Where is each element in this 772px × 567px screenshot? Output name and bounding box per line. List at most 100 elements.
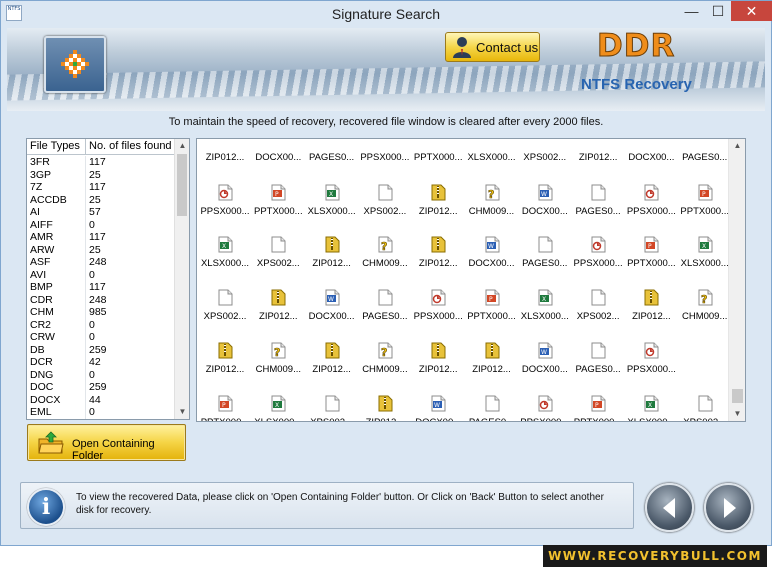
recovered-file-item[interactable]: PPSX000... xyxy=(518,395,572,421)
file-type-row[interactable]: CR2 0 xyxy=(27,318,175,331)
recovered-file-item[interactable]: PPPTX000... xyxy=(624,236,678,288)
recovered-files-scrollbar[interactable]: ▲ ▼ xyxy=(728,139,745,421)
file-type-row[interactable]: ACCDB 25 xyxy=(27,193,175,206)
scroll-thumb[interactable] xyxy=(177,154,187,216)
file-type-row[interactable]: 7Z 117 xyxy=(27,181,175,194)
file-type-row[interactable]: DB 259 xyxy=(27,343,175,356)
file-type-row[interactable]: BMP 117 xyxy=(27,281,175,294)
recovered-file-item[interactable]: XPS002... xyxy=(678,395,732,421)
file-type-row[interactable]: AI 57 xyxy=(27,206,175,219)
recovered-file-item[interactable]: PPSX000... xyxy=(411,289,465,341)
recovered-file-item[interactable]: ZIP012... xyxy=(198,139,252,182)
next-button[interactable] xyxy=(704,483,753,532)
file-type-row[interactable]: EML 0 xyxy=(27,406,175,419)
scroll-down-arrow-icon[interactable]: ▼ xyxy=(729,407,745,421)
recovered-file-item[interactable]: XXLSX000... xyxy=(198,236,252,288)
recovered-file-item[interactable]: XXLSX000... xyxy=(678,236,732,288)
scroll-down-arrow-icon[interactable]: ▼ xyxy=(175,405,190,419)
contact-us-button[interactable]: Contact us xyxy=(445,32,540,62)
recovered-file-item[interactable]: ZIP012... xyxy=(571,139,625,182)
recovered-file-item[interactable]: ZIP012... xyxy=(411,342,465,394)
recovered-file-item[interactable]: PPPTX000... xyxy=(251,184,305,236)
recovered-file-item[interactable]: PPPTX000... xyxy=(678,184,732,236)
recovered-file-item[interactable]: ? CHM009... xyxy=(678,289,732,341)
column-header-file-types[interactable]: File Types xyxy=(27,139,86,155)
recovered-file-item[interactable]: ? CHM009... xyxy=(465,184,519,236)
file-type-row[interactable]: ARW 25 xyxy=(27,243,175,256)
recovered-file-item[interactable]: XPS002... xyxy=(518,139,572,182)
file-type-row[interactable]: AVI 0 xyxy=(27,268,175,281)
recovered-file-item[interactable]: PPPTX000... xyxy=(411,139,465,182)
recovered-file-item[interactable]: XXLSX000... xyxy=(305,184,359,236)
recovered-file-item[interactable]: ZIP012... xyxy=(624,289,678,341)
recovered-file-item[interactable]: ZIP012... xyxy=(305,342,359,394)
file-type-row[interactable]: DOCX 44 xyxy=(27,393,175,406)
recovered-file-item[interactable]: WDOCX00... xyxy=(305,289,359,341)
recovered-file-item[interactable]: PAGES0... xyxy=(465,395,519,421)
maximize-button[interactable]: ☐ xyxy=(705,1,731,21)
recovered-file-item[interactable]: PAGES0... xyxy=(571,342,625,394)
open-containing-folder-button[interactable]: Open Containing Folder xyxy=(27,424,186,462)
recovered-file-item[interactable]: WDOCX00... xyxy=(411,395,465,421)
recovered-file-item[interactable]: WDOCX00... xyxy=(518,184,572,236)
recovered-file-item[interactable]: PPSX000... xyxy=(198,184,252,236)
recovered-file-item[interactable]: XPS002... xyxy=(198,289,252,341)
recovered-file-item[interactable]: ZIP012... xyxy=(411,236,465,288)
file-type-row[interactable]: CHM 985 xyxy=(27,306,175,319)
recovered-file-item[interactable]: PAGES0... xyxy=(678,139,732,182)
recovered-file-item[interactable]: PAGES0... xyxy=(358,289,412,341)
recovered-file-item[interactable]: ? CHM009... xyxy=(358,342,412,394)
recovered-file-item[interactable]: XXLSX000... xyxy=(251,395,305,421)
recovered-file-item[interactable]: XPS002... xyxy=(251,236,305,288)
recovered-file-item[interactable]: PPSX000... xyxy=(624,184,678,236)
file-types-scrollbar[interactable]: ▲ ▼ xyxy=(174,139,189,419)
recovered-file-item[interactable]: XPS002... xyxy=(358,184,412,236)
scroll-thumb[interactable] xyxy=(732,389,743,403)
scroll-up-arrow-icon[interactable]: ▲ xyxy=(729,139,745,153)
recovered-file-item[interactable]: WDOCX00... xyxy=(251,139,305,182)
file-types-list[interactable]: File Types No. of files found 3FR 117 3GP 2… xyxy=(26,138,190,420)
minimize-button[interactable]: — xyxy=(678,1,705,21)
recovered-file-item[interactable]: ? CHM009... xyxy=(251,342,305,394)
file-type-row[interactable]: CDR 248 xyxy=(27,293,175,306)
recovered-file-item[interactable]: PPSX000... xyxy=(358,139,412,182)
column-header-files-found[interactable]: No. of files found xyxy=(86,139,175,155)
recovered-file-item[interactable]: WDOCX00... xyxy=(624,139,678,182)
file-type-row[interactable]: DCR 42 xyxy=(27,356,175,369)
recovered-file-item[interactable]: ? CHM009... xyxy=(358,236,412,288)
recovered-file-item[interactable]: PAGES0... xyxy=(571,184,625,236)
recovered-file-item[interactable]: PPPTX000... xyxy=(571,395,625,421)
file-type-row[interactable]: DNG 0 xyxy=(27,368,175,381)
recovered-file-item[interactable]: XXLSX000... xyxy=(624,395,678,421)
recovered-files-view[interactable]: ZIP012...WDOCX00...PAGES0...PPSX000...PP… xyxy=(196,138,746,422)
recovered-file-item[interactable]: WDOCX00... xyxy=(465,236,519,288)
recovered-file-item[interactable]: PPPTX000... xyxy=(465,289,519,341)
file-type-row[interactable]: 3FR 117 xyxy=(27,156,175,169)
file-type-row[interactable]: AMR 117 xyxy=(27,231,175,244)
recovered-file-item[interactable]: XXLSX000... xyxy=(465,139,519,182)
recovered-file-item[interactable]: WDOCX00... xyxy=(518,342,572,394)
scroll-up-arrow-icon[interactable]: ▲ xyxy=(175,139,190,153)
recovered-file-item[interactable]: XXLSX000... xyxy=(518,289,572,341)
recovered-file-item[interactable]: ZIP012... xyxy=(358,395,412,421)
recovered-file-item[interactable]: ZIP012... xyxy=(198,342,252,394)
recovered-file-item[interactable]: ZIP012... xyxy=(465,342,519,394)
recovered-file-item[interactable]: XPS002... xyxy=(305,395,359,421)
recovered-file-item[interactable]: PPPTX000... xyxy=(198,395,252,421)
recovered-file-item[interactable]: XPS002... xyxy=(571,289,625,341)
recovered-file-item[interactable]: PPSX000... xyxy=(571,236,625,288)
file-type-row[interactable]: AIFF 0 xyxy=(27,218,175,231)
recovered-file-item[interactable]: PAGES0... xyxy=(518,236,572,288)
recovered-file-item[interactable]: ZIP012... xyxy=(251,289,305,341)
file-type-row[interactable]: ASF 248 xyxy=(27,256,175,269)
recovered-file-item[interactable]: ZIP012... xyxy=(305,236,359,288)
recovered-file-item[interactable]: ZIP012... xyxy=(411,184,465,236)
back-button[interactable] xyxy=(645,483,694,532)
file-type-row[interactable]: DOC 259 xyxy=(27,381,175,394)
recovered-file-item[interactable]: PPSX000... xyxy=(624,342,678,394)
file-type-row[interactable]: CRW 0 xyxy=(27,331,175,344)
close-button[interactable]: ✕ xyxy=(731,1,772,21)
file-type-row[interactable]: 3GP 25 xyxy=(27,168,175,181)
xps-file-icon xyxy=(590,289,606,306)
recovered-file-item[interactable]: PAGES0... xyxy=(305,139,359,182)
